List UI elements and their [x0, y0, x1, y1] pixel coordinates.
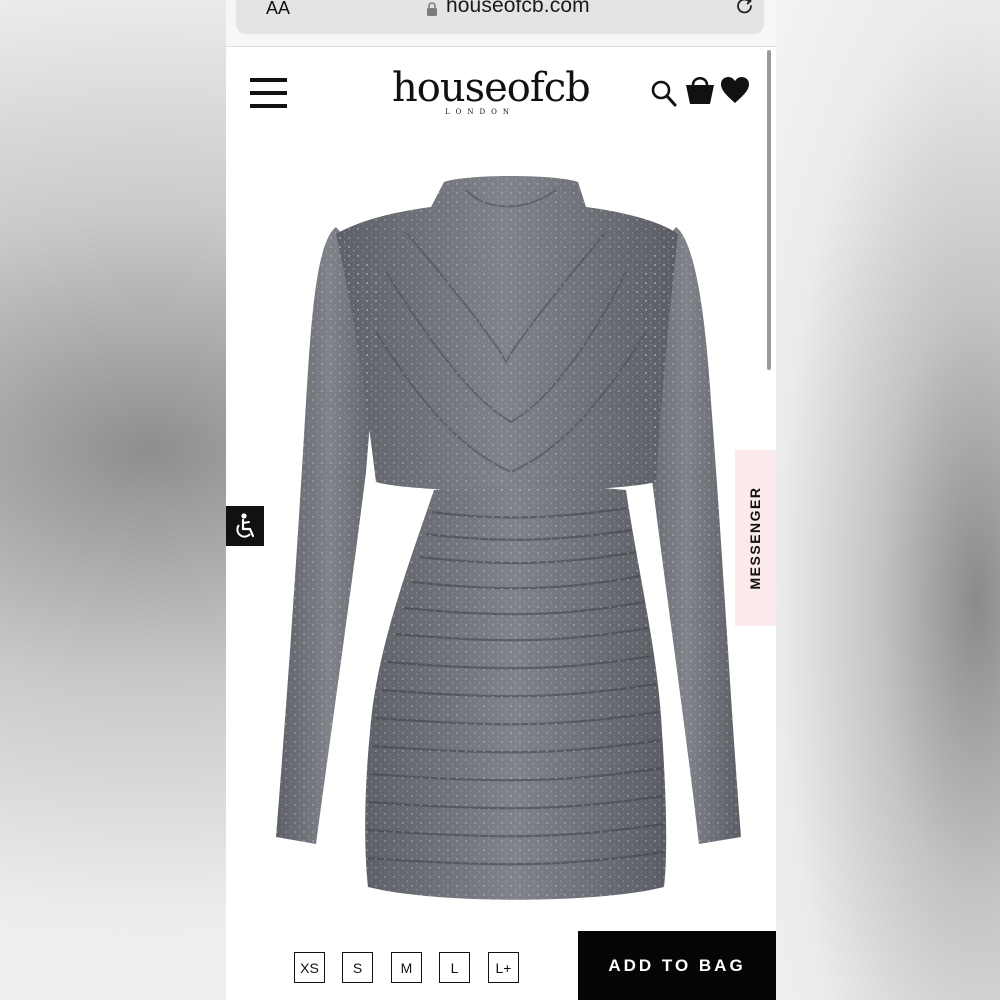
site-header: houseofcb LONDON	[226, 48, 776, 138]
size-option-m[interactable]: M	[391, 952, 422, 983]
size-option-l-plus[interactable]: L+	[488, 952, 519, 983]
size-option-s[interactable]: S	[342, 952, 373, 983]
size-option-xs[interactable]: XS	[294, 952, 325, 983]
messenger-tab[interactable]: MESSENGER	[735, 450, 776, 626]
search-icon[interactable]	[650, 78, 678, 108]
shopping-bag-icon[interactable]	[684, 72, 716, 106]
messenger-label: MESSENGER	[747, 486, 763, 590]
logo-text: houseofcb	[392, 65, 591, 111]
accessibility-icon	[236, 513, 255, 538]
lock-icon	[427, 2, 437, 16]
add-to-bag-button[interactable]: ADD TO BAG	[578, 931, 776, 1000]
heart-icon[interactable]	[720, 76, 750, 104]
size-option-l[interactable]: L	[439, 952, 470, 983]
reload-icon[interactable]	[734, 0, 756, 17]
hamburger-menu-icon[interactable]	[250, 78, 288, 108]
accessibility-button[interactable]	[226, 506, 264, 546]
product-photo[interactable]	[266, 172, 746, 912]
url-text[interactable]: houseofcb.com	[446, 0, 590, 18]
text-size-button[interactable]: AA	[266, 0, 290, 19]
background-right	[776, 0, 1000, 1000]
phone-screen: AA houseofcb.com houseofcb LONDON MESSEN…	[226, 0, 776, 1000]
url-field[interactable]: AA houseofcb.com	[236, 0, 764, 34]
brand-logo[interactable]: houseofcb LONDON	[392, 65, 591, 116]
browser-address-bar: AA houseofcb.com	[226, 0, 776, 47]
